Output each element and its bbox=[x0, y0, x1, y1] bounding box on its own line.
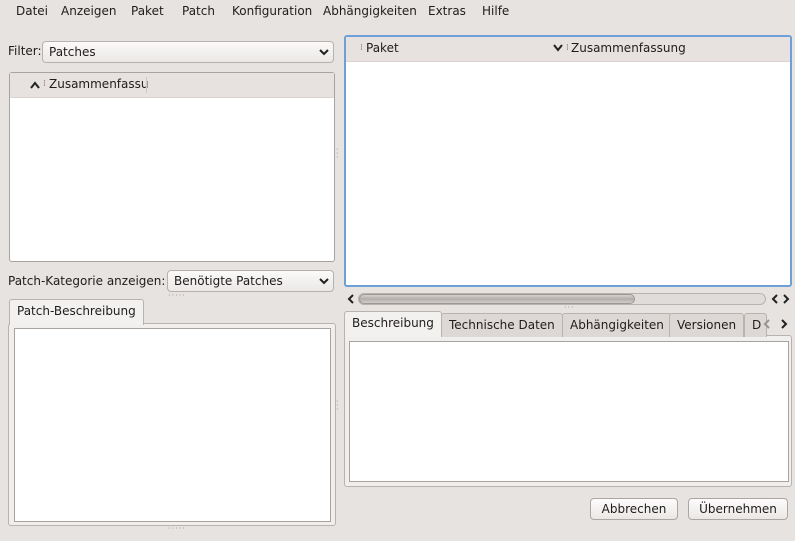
splitter-handle[interactable]: ····· bbox=[168, 525, 186, 533]
tab-versions-label: Versionen bbox=[677, 318, 737, 332]
column-grip-icon: ⁞ bbox=[566, 43, 569, 53]
menu-anzeigen[interactable]: Anzeigen bbox=[61, 4, 116, 18]
scroll-left-icon[interactable] bbox=[770, 294, 780, 304]
filter-label: Filter: bbox=[8, 44, 42, 58]
column-header-summary[interactable]: Zusammenfassu bbox=[49, 77, 149, 91]
filter-select[interactable]: Patches bbox=[42, 41, 334, 63]
cancel-button[interactable]: Abbrechen bbox=[590, 498, 678, 520]
patch-list[interactable]: ⁞ Zusammenfassu bbox=[9, 72, 335, 262]
menu-paket[interactable]: Paket bbox=[131, 4, 164, 18]
scroll-left-icon[interactable] bbox=[346, 294, 356, 304]
scrollbar-track[interactable] bbox=[358, 293, 766, 305]
scrollbar-thumb[interactable] bbox=[359, 294, 635, 304]
menu-datei[interactable]: Datei bbox=[16, 4, 48, 18]
splitter-handle[interactable]: ····· bbox=[168, 292, 186, 300]
tab-scroll-left-icon[interactable] bbox=[762, 319, 772, 329]
column-header-package[interactable]: Paket bbox=[366, 41, 399, 55]
column-divider bbox=[146, 77, 147, 93]
detail-panel bbox=[344, 335, 792, 487]
accept-button[interactable]: Übernehmen bbox=[688, 498, 788, 520]
scroll-right-icon[interactable] bbox=[781, 294, 791, 304]
tab-technical-data[interactable]: Technische Daten bbox=[441, 313, 563, 337]
category-select-value: Benötigte Patches bbox=[174, 274, 283, 288]
menu-hilfe[interactable]: Hilfe bbox=[482, 4, 509, 18]
splitter-handle[interactable]: ··· bbox=[564, 304, 575, 312]
column-grip-icon: ⁞ bbox=[43, 79, 46, 89]
chevron-down-icon bbox=[319, 278, 329, 285]
sort-ascending-icon[interactable] bbox=[30, 81, 40, 89]
tab-patch-description[interactable]: Patch-Beschreibung bbox=[9, 299, 144, 325]
menu-abhaengigkeiten[interactable]: Abhängigkeiten bbox=[323, 4, 417, 18]
category-select[interactable]: Benötigte Patches bbox=[167, 270, 334, 292]
detail-content bbox=[349, 341, 789, 482]
vertical-splitter-handle[interactable]: · · · bbox=[336, 398, 340, 414]
tab-versions[interactable]: Versionen bbox=[669, 313, 745, 337]
tab-dependencies[interactable]: Abhängigkeiten bbox=[562, 313, 672, 337]
patch-description-content bbox=[14, 328, 331, 522]
patch-list-header: ⁞ Zusammenfassu bbox=[10, 73, 334, 98]
vertical-splitter-handle[interactable]: · · · bbox=[336, 146, 340, 162]
tab-description-label: Beschreibung bbox=[352, 316, 434, 330]
tab-dependencies-label: Abhängigkeiten bbox=[570, 318, 664, 332]
sort-descending-icon[interactable] bbox=[553, 44, 563, 52]
tab-truncated-label: D bbox=[752, 318, 762, 332]
package-table-header: ⁞ Paket ⁞ Zusammenfassung bbox=[346, 37, 790, 62]
tab-description[interactable]: Beschreibung bbox=[344, 311, 442, 337]
tab-technical-data-label: Technische Daten bbox=[449, 318, 555, 332]
column-grip-icon: ⁞ bbox=[360, 43, 363, 53]
menubar: Datei Anzeigen Paket Patch Konfiguration… bbox=[0, 0, 795, 24]
menu-patch[interactable]: Patch bbox=[182, 4, 215, 18]
tab-scroll-right-icon[interactable] bbox=[779, 319, 789, 329]
package-table[interactable]: ⁞ Paket ⁞ Zusammenfassung bbox=[344, 35, 792, 287]
column-header-summary[interactable]: Zusammenfassung bbox=[571, 41, 686, 55]
chevron-down-icon bbox=[319, 49, 329, 56]
category-label: Patch-Kategorie anzeigen: bbox=[8, 274, 166, 288]
patch-description-panel bbox=[8, 323, 336, 526]
menu-konfiguration[interactable]: Konfiguration bbox=[232, 4, 312, 18]
menu-extras[interactable]: Extras bbox=[428, 4, 466, 18]
filter-select-value: Patches bbox=[49, 45, 96, 59]
